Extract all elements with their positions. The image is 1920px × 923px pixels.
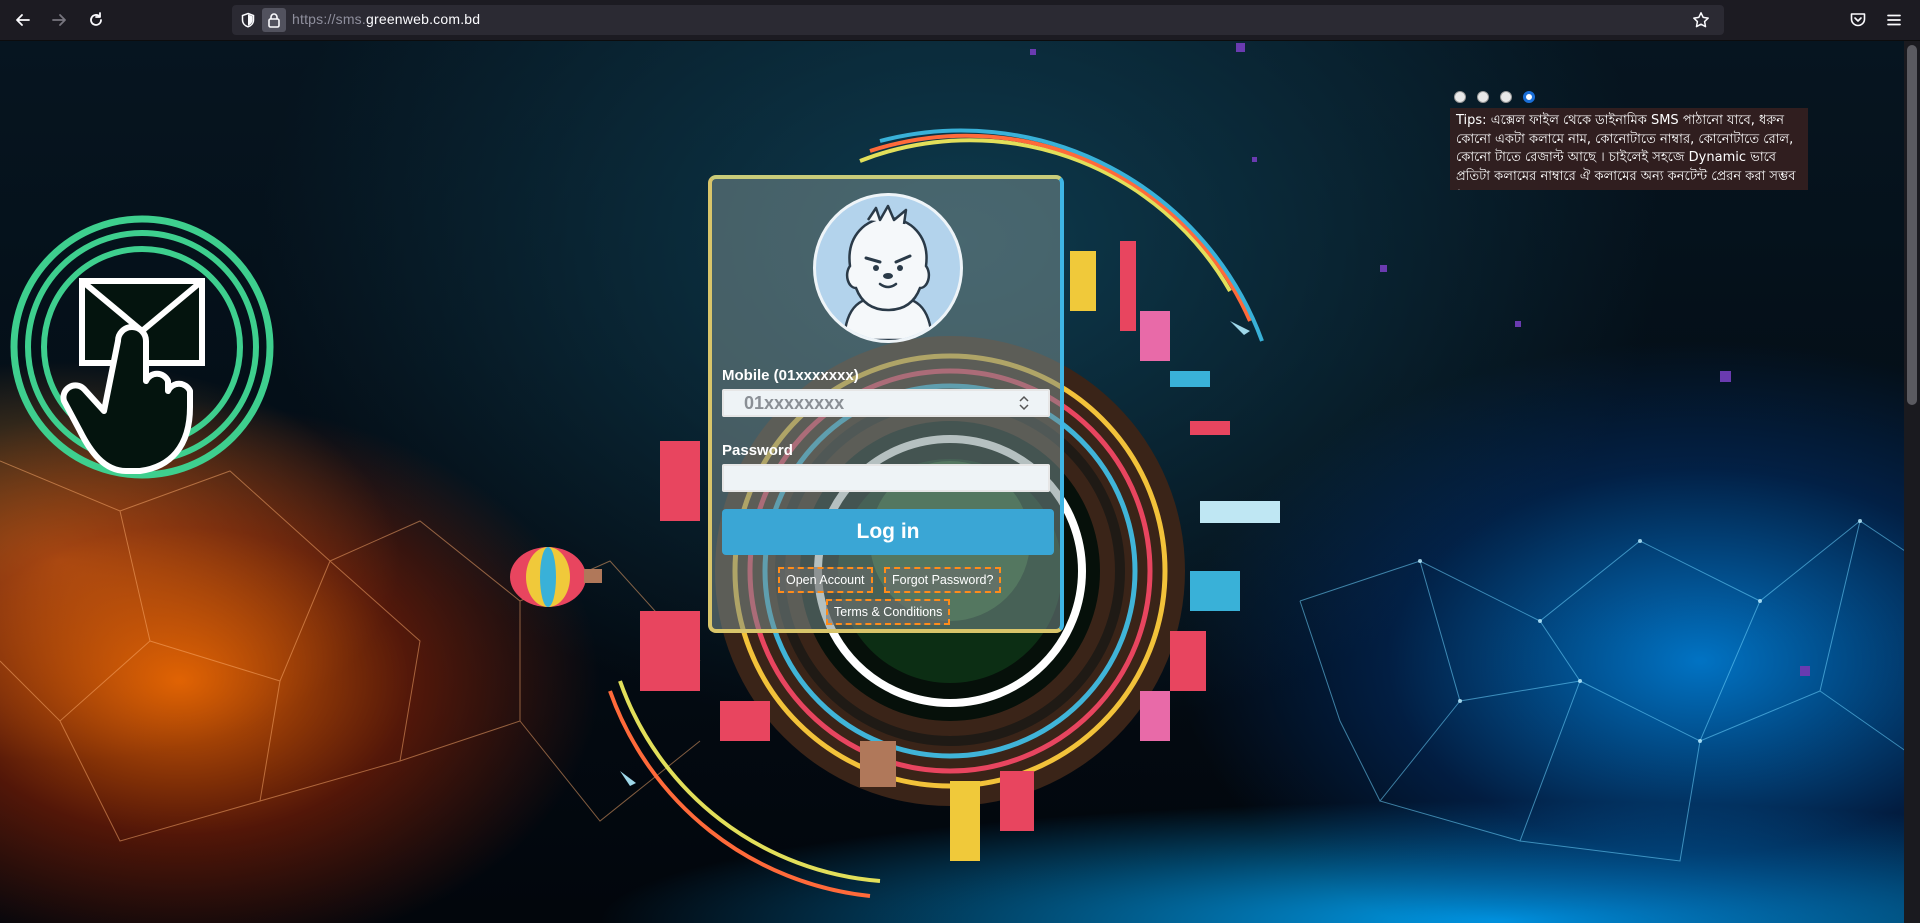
browser-toolbar: https://sms.greenweb.com.bd	[0, 0, 1920, 41]
login-panel: Mobile (01xxxxxxx) Password Log in Open …	[708, 175, 1064, 633]
terms-link[interactable]: Terms & Conditions	[826, 599, 951, 625]
menu-icon[interactable]	[1885, 11, 1903, 33]
login-page: Tips: এক্সেল ফাইল থেকে ডাইনামিক SMS পাঠা…	[0, 41, 1920, 923]
forgot-password-link[interactable]: Forgot Password?	[884, 567, 1002, 593]
tips-carousel-dots	[1454, 91, 1535, 103]
page-scrollbar-thumb[interactable]	[1907, 45, 1917, 405]
password-input[interactable]	[722, 464, 1050, 492]
login-button[interactable]: Log in	[722, 509, 1054, 555]
open-account-link[interactable]: Open Account	[778, 567, 873, 593]
forward-button[interactable]	[47, 8, 71, 32]
bookmark-star-icon[interactable]	[1692, 11, 1710, 33]
mobile-label: Mobile (01xxxxxxx)	[722, 367, 859, 384]
lock-icon	[268, 13, 280, 28]
pocket-icon[interactable]	[1849, 11, 1867, 33]
tips-text: Tips: এক্সেল ফাইল থেকে ডাইনামিক SMS পাঠা…	[1450, 108, 1808, 190]
tips-dot-3[interactable]	[1500, 91, 1512, 103]
page-scrollbar[interactable]	[1904, 41, 1920, 923]
tips-dot-4[interactable]	[1523, 91, 1535, 103]
url-text[interactable]: https://sms.greenweb.com.bd	[292, 11, 480, 27]
number-spin-icon[interactable]	[1018, 393, 1030, 417]
address-bar[interactable]: https://sms.greenweb.com.bd	[232, 5, 1724, 35]
password-label: Password	[722, 442, 793, 459]
reload-button[interactable]	[84, 8, 108, 32]
shield-icon[interactable]	[240, 12, 256, 32]
reload-icon	[90, 12, 102, 26]
avatar	[813, 193, 963, 343]
back-icon	[16, 14, 30, 26]
forward-icon	[52, 14, 66, 26]
tips-dot-2[interactable]	[1477, 91, 1489, 103]
email-touch-icon	[10, 215, 274, 479]
tips-dot-1[interactable]	[1454, 91, 1466, 103]
yeti-avatar-icon	[842, 204, 934, 340]
mobile-input[interactable]	[722, 389, 1050, 417]
back-button[interactable]	[11, 8, 35, 32]
url-prefix: https://sms.	[292, 11, 366, 27]
url-host: greenweb.com.bd	[365, 11, 481, 27]
site-info-button[interactable]	[262, 8, 286, 32]
